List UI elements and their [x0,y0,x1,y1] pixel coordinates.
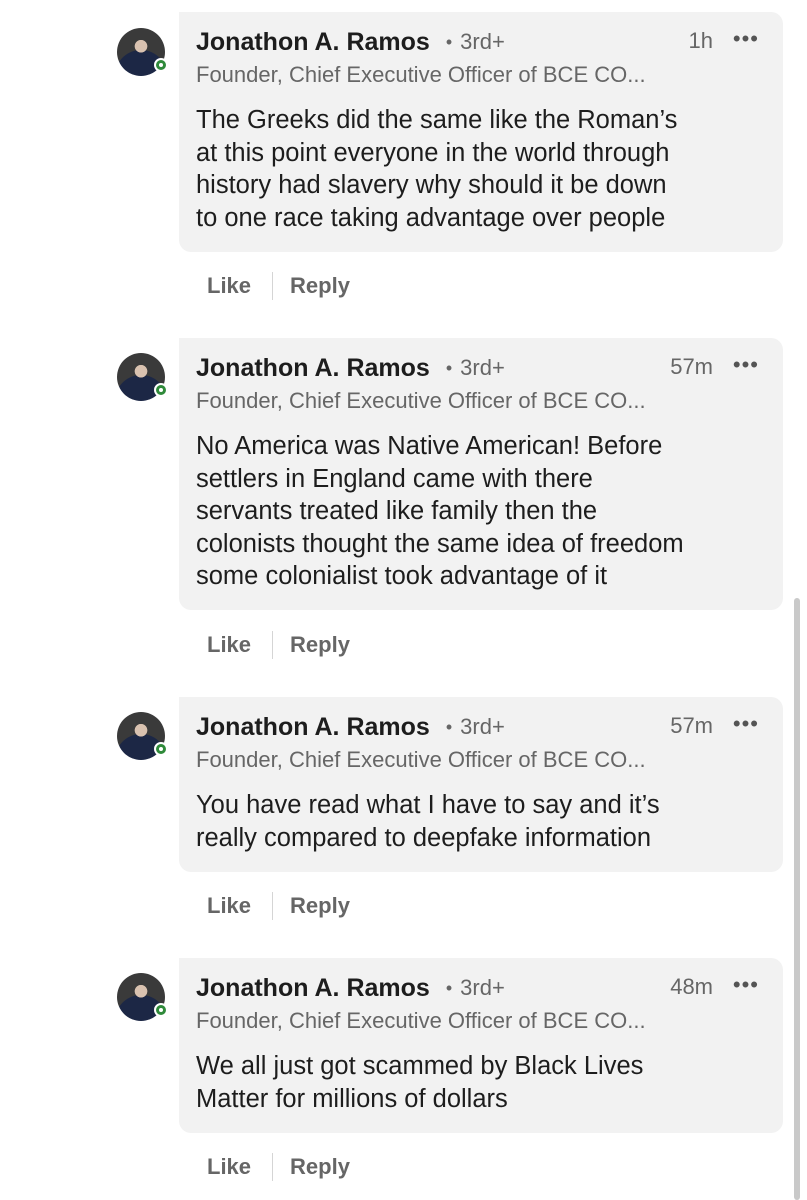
reply-button[interactable]: Reply [290,1154,350,1180]
author-name[interactable]: Jonathon A. Ramos [196,974,430,1003]
more-options-icon[interactable]: ••• [733,352,759,378]
author-name[interactable]: Jonathon A. Ramos [196,28,430,57]
online-status-icon [154,58,168,72]
comment-bubble: Jonathon A. Ramos • 3rd+ 57m ••• Founder… [179,338,783,610]
reply-button[interactable]: Reply [290,893,350,919]
timestamp: 1h [688,28,713,53]
online-status-icon [154,742,168,756]
comment-actions: Like Reply [207,1153,350,1181]
separator-dot: • [445,977,453,998]
avatar[interactable] [117,28,168,76]
comment-text: You have read what I have to say and it’… [196,791,660,852]
author-name[interactable]: Jonathon A. Ramos [196,354,430,383]
author-headline: Founder, Chief Executive Officer of BCE … [196,747,646,772]
comment-actions: Like Reply [207,631,350,659]
timestamp: 57m [670,354,713,379]
connection-degree: 3rd+ [460,975,505,1000]
comment-bubble: Jonathon A. Ramos • 3rd+ 1h ••• Founder,… [179,12,783,252]
action-divider [272,1153,274,1181]
comment-bubble: Jonathon A. Ramos • 3rd+ 57m ••• Founder… [179,697,783,872]
comment-text: We all just got scammed by Black Lives M… [196,1052,644,1113]
comment-text: No America was Native American! Before s… [196,432,684,591]
separator-dot: • [445,31,453,52]
avatar[interactable] [117,973,168,1021]
like-button[interactable]: Like [207,273,251,299]
timestamp: 57m [670,713,713,738]
action-divider [272,892,274,920]
author-name[interactable]: Jonathon A. Ramos [196,713,430,742]
connection-degree: 3rd+ [460,714,505,739]
separator-dot: • [445,716,453,737]
avatar[interactable] [117,712,168,760]
like-button[interactable]: Like [207,893,251,919]
action-divider [272,272,274,300]
more-options-icon[interactable]: ••• [733,26,759,52]
timestamp: 48m [670,974,713,999]
comment-bubble: Jonathon A. Ramos • 3rd+ 48m ••• Founder… [179,958,783,1133]
scrollbar[interactable] [794,598,800,1200]
avatar[interactable] [117,353,168,401]
author-headline: Founder, Chief Executive Officer of BCE … [196,388,646,413]
more-options-icon[interactable]: ••• [733,711,759,737]
like-button[interactable]: Like [207,632,251,658]
action-divider [272,631,274,659]
author-headline: Founder, Chief Executive Officer of BCE … [196,1008,646,1033]
connection-degree: 3rd+ [460,29,505,54]
author-headline: Founder, Chief Executive Officer of BCE … [196,62,646,87]
separator-dot: • [445,357,453,378]
reply-button[interactable]: Reply [290,273,350,299]
more-options-icon[interactable]: ••• [733,972,759,998]
comment-actions: Like Reply [207,272,350,300]
online-status-icon [154,1003,168,1017]
online-status-icon [154,383,168,397]
connection-degree: 3rd+ [460,355,505,380]
like-button[interactable]: Like [207,1154,251,1180]
reply-button[interactable]: Reply [290,632,350,658]
comment-actions: Like Reply [207,892,350,920]
comment-text: The Greeks did the same like the Roman’s… [196,106,678,232]
